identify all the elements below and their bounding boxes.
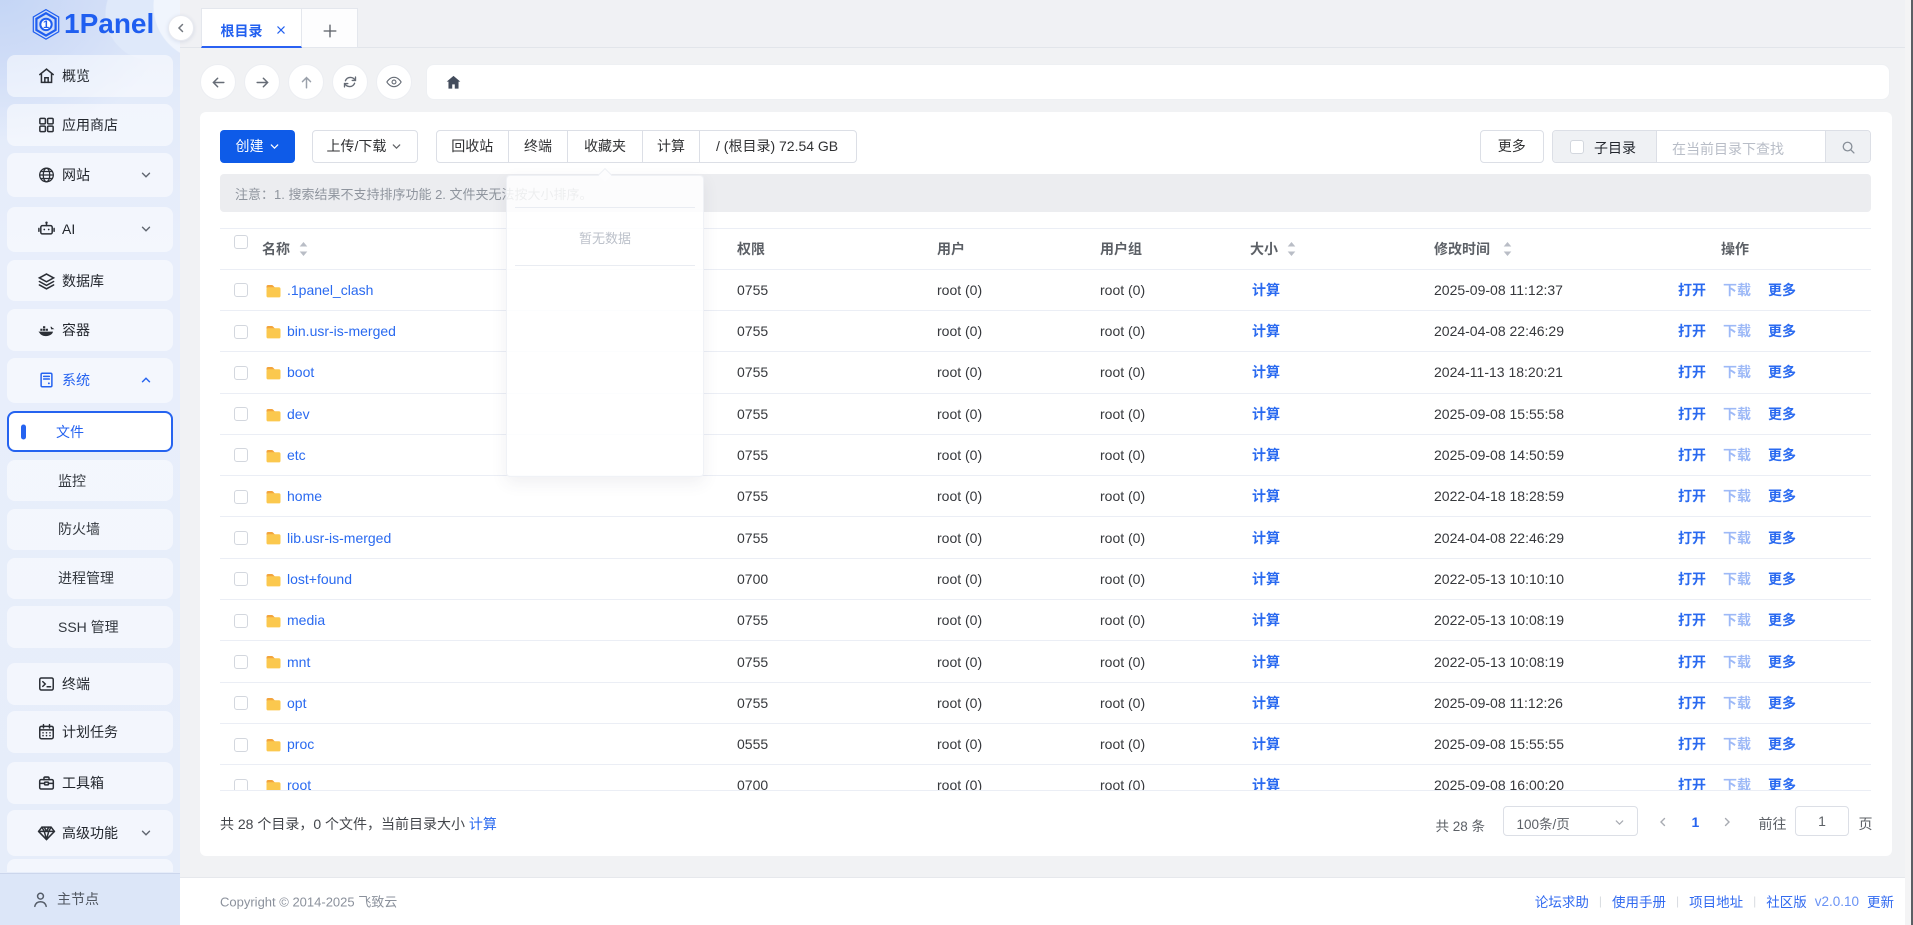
svg-text:1: 1 [43, 19, 49, 31]
